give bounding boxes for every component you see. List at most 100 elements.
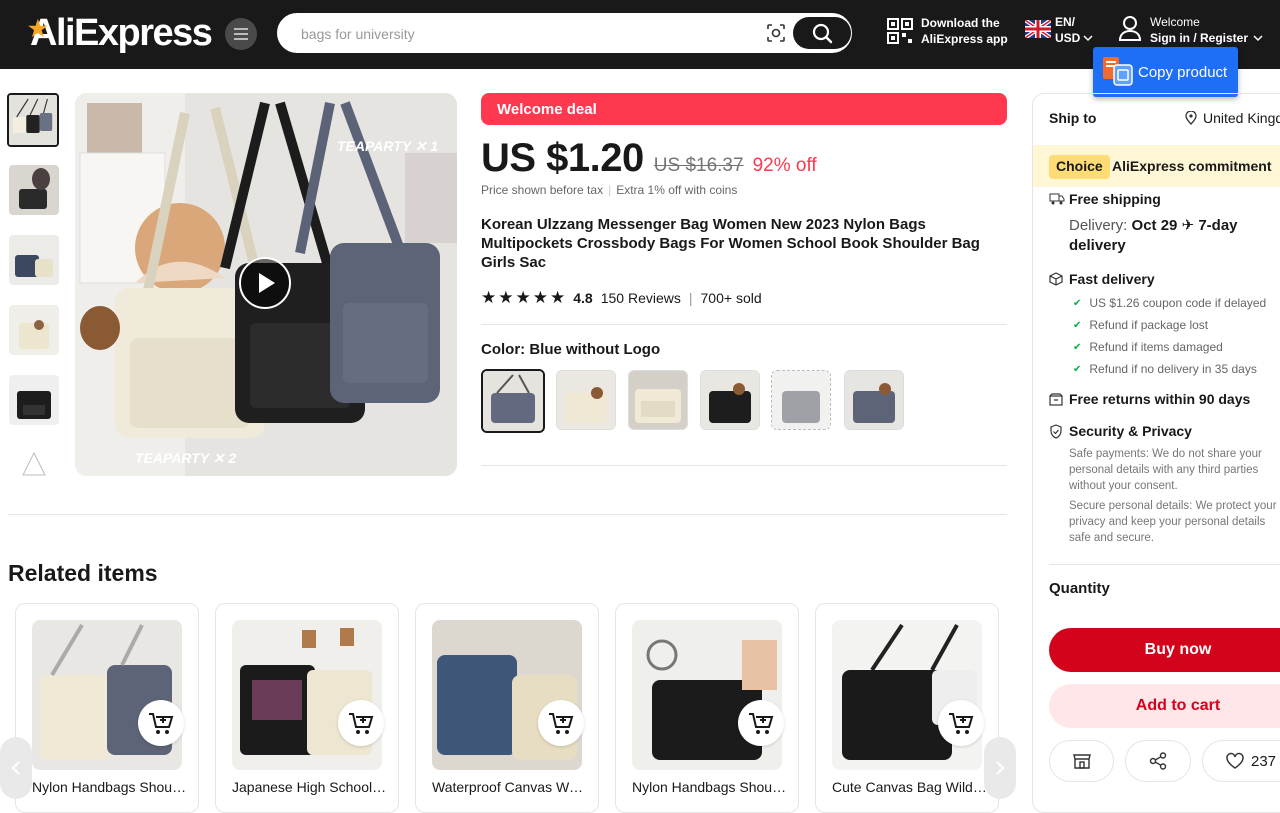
top-header: ★AliExpress Download the AliExpress app E… bbox=[0, 0, 1280, 69]
share-button[interactable] bbox=[1125, 740, 1191, 782]
lang-label: EN/ bbox=[1055, 15, 1076, 29]
add-to-cart-button[interactable] bbox=[338, 700, 384, 746]
app-line2: AliExpress app bbox=[921, 32, 1008, 46]
rating-row[interactable]: ★ ★ ★ ★ ★ 4.8 150 Reviews | 700+ sold bbox=[481, 288, 762, 308]
cart-plus-icon bbox=[949, 713, 974, 734]
check-icon: ✔ bbox=[1073, 363, 1082, 375]
carousel-prev-button[interactable] bbox=[0, 737, 32, 799]
guarantee-text: Refund if no delivery in 35 days bbox=[1089, 362, 1257, 376]
sign-in-register-link[interactable]: Sign in / Register bbox=[1150, 30, 1248, 46]
thumbnail-image bbox=[9, 165, 59, 215]
quantity-label: Quantity bbox=[1049, 580, 1110, 597]
star-icon: ★ bbox=[515, 288, 531, 307]
related-item-card[interactable]: Japanese High School Bag bbox=[215, 603, 399, 813]
related-item-card[interactable]: Waterproof Canvas Women Bag bbox=[415, 603, 599, 813]
search-input[interactable] bbox=[301, 23, 741, 45]
related-item-name[interactable]: Japanese High School Bag bbox=[232, 779, 387, 795]
price-block: US $1.20 US $16.37 92% off bbox=[481, 136, 817, 181]
thumbnail-4[interactable] bbox=[9, 305, 59, 355]
discount-percent: 92% off bbox=[752, 155, 817, 176]
cart-plus-icon bbox=[749, 713, 774, 734]
free-shipping-row: Free shipping bbox=[1049, 191, 1161, 207]
currency-label: USD bbox=[1055, 31, 1081, 45]
copy-product-label: Copy product bbox=[1138, 63, 1228, 81]
related-item-image bbox=[32, 620, 182, 770]
account-menu[interactable]: Welcome Sign in / Register bbox=[1118, 14, 1263, 46]
welcome-deal-text: Welcome deal bbox=[497, 101, 597, 118]
divider bbox=[481, 465, 1007, 466]
security-title: Security & Privacy bbox=[1069, 423, 1192, 439]
add-to-cart-button[interactable] bbox=[938, 700, 984, 746]
cart-plus-icon bbox=[149, 713, 174, 734]
cart-plus-icon bbox=[549, 713, 574, 734]
free-returns-text: Free returns within 90 days bbox=[1069, 391, 1251, 407]
related-item-name[interactable]: Nylon Handbags Shoulder Bag bbox=[32, 779, 187, 795]
color-label: Color: Blue without Logo bbox=[481, 341, 661, 358]
divider bbox=[8, 514, 1007, 515]
related-item-card[interactable]: Nylon Handbags Shoulder Bag bbox=[615, 603, 799, 813]
search-bar bbox=[277, 13, 852, 53]
color-option-6[interactable] bbox=[844, 370, 904, 430]
related-items-title: Related items bbox=[8, 560, 158, 586]
add-to-cart-button[interactable] bbox=[138, 700, 184, 746]
add-to-cart-button[interactable]: Add to cart bbox=[1049, 684, 1280, 728]
store-button[interactable] bbox=[1049, 740, 1114, 782]
buy-now-label: Buy now bbox=[1144, 641, 1212, 658]
color-option-3[interactable] bbox=[628, 370, 688, 430]
color-option-5[interactable] bbox=[771, 370, 831, 430]
original-price: US $16.37 bbox=[653, 155, 744, 176]
category-menu-button[interactable] bbox=[225, 18, 257, 50]
fast-delivery-text: Fast delivery bbox=[1069, 271, 1155, 287]
thumbnail-1[interactable] bbox=[7, 93, 59, 147]
thumbnail-image bbox=[9, 375, 59, 425]
chevron-down-icon bbox=[1253, 35, 1263, 42]
add-to-cart-button[interactable] bbox=[538, 700, 584, 746]
main-product-image[interactable]: TEAPARTY ✕ 1 TEAPARTY ✕ 2 bbox=[75, 93, 457, 476]
ship-to-country: United Kingdom bbox=[1203, 110, 1280, 126]
check-icon: ✔ bbox=[1073, 319, 1082, 331]
uk-flag-icon bbox=[1025, 20, 1051, 38]
swatch-image bbox=[845, 371, 903, 429]
product-photo: TEAPARTY ✕ 1 TEAPARTY ✕ 2 bbox=[75, 93, 457, 476]
color-option-2[interactable] bbox=[556, 370, 616, 430]
related-item-name[interactable]: Waterproof Canvas Women Bag bbox=[432, 779, 587, 795]
related-item-image bbox=[832, 620, 982, 770]
box-icon bbox=[1049, 272, 1063, 286]
download-app-link[interactable]: Download the AliExpress app bbox=[887, 15, 1008, 47]
related-item-card[interactable]: Cute Canvas Bag Wild Bag bbox=[815, 603, 999, 813]
swatch-image bbox=[629, 371, 687, 429]
star-icon: ★ bbox=[550, 288, 566, 307]
ship-to-selector[interactable]: United Kingdom bbox=[1185, 110, 1280, 126]
star-icon: ★ bbox=[498, 288, 514, 307]
copy-product-extension-button[interactable]: Copy product bbox=[1093, 47, 1238, 97]
guarantee-item: ✔ Refund if items damaged bbox=[1073, 340, 1223, 354]
aliexpress-logo[interactable]: ★ AliExpress bbox=[28, 12, 213, 55]
wishlist-button[interactable]: 237 bbox=[1202, 740, 1280, 782]
safe-payments-text: Safe payments: We do not share your pers… bbox=[1069, 448, 1262, 492]
swatch-image bbox=[772, 371, 830, 429]
reviews-link[interactable]: 150 Reviews bbox=[601, 290, 681, 306]
sold-count: 700+ sold bbox=[700, 290, 762, 306]
ship-to-label: Ship to bbox=[1049, 110, 1097, 126]
carousel-next-button[interactable] bbox=[984, 737, 1016, 799]
thumbnail-6[interactable] bbox=[9, 445, 59, 495]
related-item-card[interactable]: Nylon Handbags Shoulder Bag bbox=[15, 603, 199, 813]
language-currency-selector[interactable]: EN/USD bbox=[1025, 14, 1093, 46]
security-row: Security & Privacy bbox=[1049, 423, 1192, 439]
thumbnail-5[interactable] bbox=[9, 375, 59, 425]
swatch-image bbox=[557, 371, 615, 429]
image-search-icon[interactable] bbox=[766, 23, 786, 43]
copy-product-icon bbox=[1103, 57, 1133, 86]
add-to-cart-button[interactable] bbox=[738, 700, 784, 746]
chevron-left-icon bbox=[11, 761, 20, 775]
thumbnail-2[interactable] bbox=[9, 165, 59, 215]
thumbnail-3[interactable] bbox=[9, 235, 59, 285]
related-item-name[interactable]: Nylon Handbags Shoulder Bag bbox=[632, 779, 787, 795]
thumbnail-image bbox=[9, 305, 59, 355]
buy-now-button[interactable]: Buy now bbox=[1049, 628, 1280, 672]
color-option-1[interactable] bbox=[481, 369, 545, 433]
color-option-4[interactable] bbox=[700, 370, 760, 430]
search-button[interactable] bbox=[793, 17, 851, 49]
related-item-name[interactable]: Cute Canvas Bag Wild Bag bbox=[832, 779, 987, 795]
welcome-text: Welcome bbox=[1150, 15, 1200, 29]
